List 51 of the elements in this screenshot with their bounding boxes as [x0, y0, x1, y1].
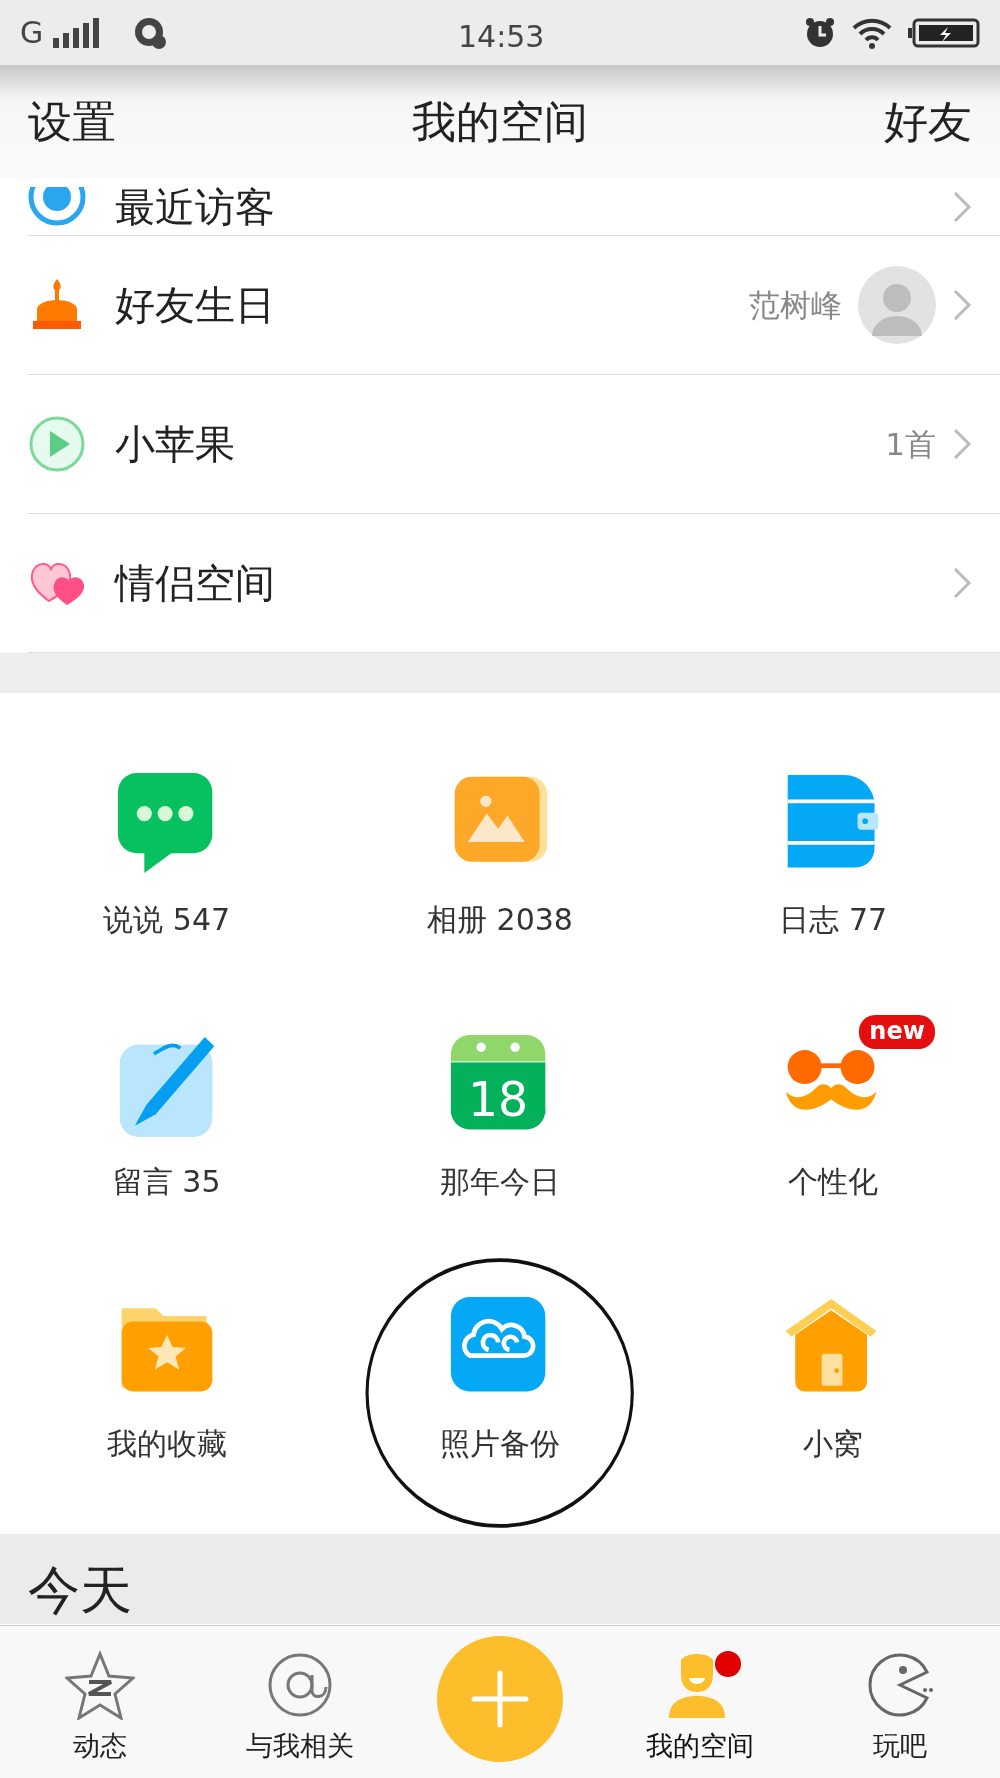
battery-icon: [908, 17, 980, 48]
grid-item[interactable]: 日志 77: [666, 753, 1000, 1015]
play-icon: [27, 414, 87, 474]
friends-link[interactable]: 好友: [884, 89, 972, 178]
list-row[interactable]: 最近访客: [27, 178, 1000, 236]
nav-tab[interactable]: 我的空间: [600, 1626, 800, 1778]
grid-item[interactable]: 小窝: [666, 1277, 1000, 1539]
visitor-icon: [27, 186, 87, 227]
item-label: 个性化: [788, 1163, 879, 1201]
chevron-icon: [952, 566, 972, 600]
item-label: 留言 35: [112, 1163, 221, 1201]
row-label: 最近访客: [115, 182, 275, 232]
new-badge: new: [859, 1015, 935, 1049]
settings-link[interactable]: 设置: [28, 89, 116, 178]
row-label: 小苹果: [115, 420, 235, 469]
grid-item[interactable]: 说说 547: [0, 753, 334, 1015]
page-title: 我的空间: [412, 95, 588, 149]
item-label: 说说 547: [103, 901, 231, 939]
grid-item[interactable]: 18 那年今日: [333, 1015, 667, 1277]
item-label: 那年今日: [440, 1163, 560, 1201]
chevron-icon: [952, 427, 972, 461]
app-notification-icon: [133, 15, 168, 50]
chevron-icon: [952, 189, 972, 224]
row-label: 好友生日: [115, 281, 275, 330]
grid-item[interactable]: 留言 35: [0, 1015, 334, 1277]
alarm-icon: [804, 16, 836, 49]
grid-item[interactable]: 相册 2038: [333, 753, 667, 1015]
row-label: 情侣空间: [115, 559, 275, 608]
grid-item[interactable]: 照片备份: [333, 1277, 667, 1539]
signal-icon: [51, 17, 102, 48]
item-label: 日志 77: [779, 901, 888, 939]
row-detail: 范树峰: [749, 285, 842, 325]
section-title: 今天: [28, 1564, 132, 1616]
item-label: 照片备份: [440, 1425, 560, 1463]
status-time: 14:53: [458, 18, 545, 56]
grid-item[interactable]: new 个性化: [666, 1015, 1000, 1277]
item-label: 小窝: [803, 1425, 864, 1463]
item-label: 相册 2038: [427, 901, 573, 939]
grid-item[interactable]: 我的收藏: [0, 1277, 334, 1539]
nav-tab[interactable]: 玩吧: [800, 1626, 1000, 1778]
carrier-label: G: [20, 14, 44, 52]
star-icon: [65, 1649, 135, 1720]
wifi-icon: [852, 16, 892, 49]
item-label: 我的收藏: [106, 1425, 227, 1463]
chevron-icon: [952, 288, 972, 322]
list-row[interactable]: 好友生日 范树峰: [27, 236, 1000, 375]
plus-icon: [470, 1669, 530, 1729]
list-row[interactable]: 小苹果 1首: [27, 375, 1000, 514]
nav-tab[interactable]: 与我相关: [200, 1626, 400, 1778]
nav-tab[interactable]: 动态: [0, 1626, 200, 1778]
row-detail: 1首: [885, 424, 936, 464]
